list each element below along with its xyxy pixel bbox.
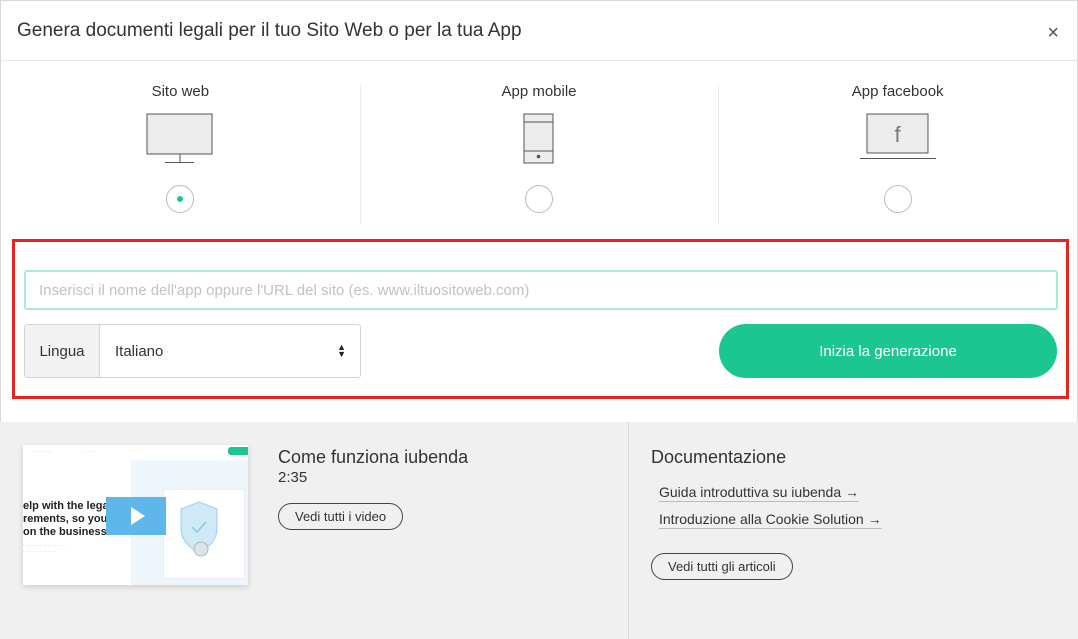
facebook-icon: f bbox=[859, 113, 937, 183]
language-dropdown[interactable]: Italiano ▲ ▼ bbox=[100, 325, 360, 377]
thumb-subtext: · · · · · · · · · · · · · · · · · · · · … bbox=[23, 543, 66, 554]
thumb-nav-right: · · · · · bbox=[83, 449, 95, 454]
monitor-icon bbox=[146, 113, 214, 183]
docs-title: Documentazione bbox=[651, 447, 787, 467]
type-website[interactable]: Sito web bbox=[1, 83, 360, 239]
thumb-cta bbox=[228, 447, 248, 455]
url-input[interactable] bbox=[24, 270, 1058, 310]
type-mobile-label: App mobile bbox=[501, 83, 577, 100]
language-value: Italiano bbox=[115, 342, 164, 360]
shield-icon bbox=[179, 501, 219, 568]
type-mobile-radio[interactable] bbox=[525, 185, 553, 213]
modal-header: Genera documenti legali per il tuo Sito … bbox=[1, 1, 1077, 61]
all-videos-button[interactable]: Vedi tutti i video bbox=[278, 503, 404, 530]
generation-form-highlight: Lingua Italiano ▲▼ Inizia la generazione bbox=[12, 239, 1069, 399]
language-selector[interactable]: Lingua Italiano ▲ ▼ bbox=[24, 324, 361, 378]
type-facebook-radio[interactable] bbox=[883, 185, 912, 213]
type-website-label: Sito web bbox=[151, 83, 210, 100]
video-duration: 2:35 bbox=[278, 469, 308, 486]
play-icon bbox=[130, 507, 145, 525]
video-thumbnail[interactable]: · · · · · · · · · · · · · elp with the l… bbox=[23, 445, 248, 585]
modal-title: Genera documenti legali per il tuo Sito … bbox=[17, 19, 522, 41]
doc-link-getting-started[interactable]: Guida introduttiva su iubenda → bbox=[659, 484, 860, 502]
all-articles-button[interactable]: Vedi tutti gli articoli bbox=[651, 553, 793, 580]
play-button[interactable] bbox=[106, 497, 166, 535]
doc-link-cookie-solution[interactable]: Introduzione alla Cookie Solution → bbox=[659, 511, 882, 529]
video-title: Come funziona iubenda bbox=[278, 447, 469, 467]
type-website-radio[interactable] bbox=[166, 185, 195, 213]
start-generation-button[interactable]: Inizia la generazione bbox=[719, 324, 1057, 378]
help-section: · · · · · · · · · · · · · elp with the l… bbox=[0, 422, 1078, 639]
type-mobile-app[interactable]: App mobile bbox=[359, 83, 719, 239]
project-type-selector: Sito web App mobile App facebook f bbox=[1, 61, 1077, 239]
type-facebook-app[interactable]: App facebook f bbox=[718, 83, 1077, 239]
facebook-glyph: f bbox=[894, 122, 901, 147]
select-arrows-icon: ▲ ▼ bbox=[337, 342, 346, 359]
phone-icon bbox=[523, 113, 555, 183]
close-icon[interactable]: × bbox=[1047, 23, 1059, 43]
language-label: Lingua bbox=[25, 325, 100, 377]
type-facebook-label: App facebook bbox=[851, 83, 944, 100]
docs-panel: Documentazione Guida introduttiva su iub… bbox=[629, 422, 1078, 639]
thumb-nav-left: · · · · · · · · bbox=[33, 449, 52, 454]
video-panel: · · · · · · · · · · · · · elp with the l… bbox=[0, 422, 629, 639]
